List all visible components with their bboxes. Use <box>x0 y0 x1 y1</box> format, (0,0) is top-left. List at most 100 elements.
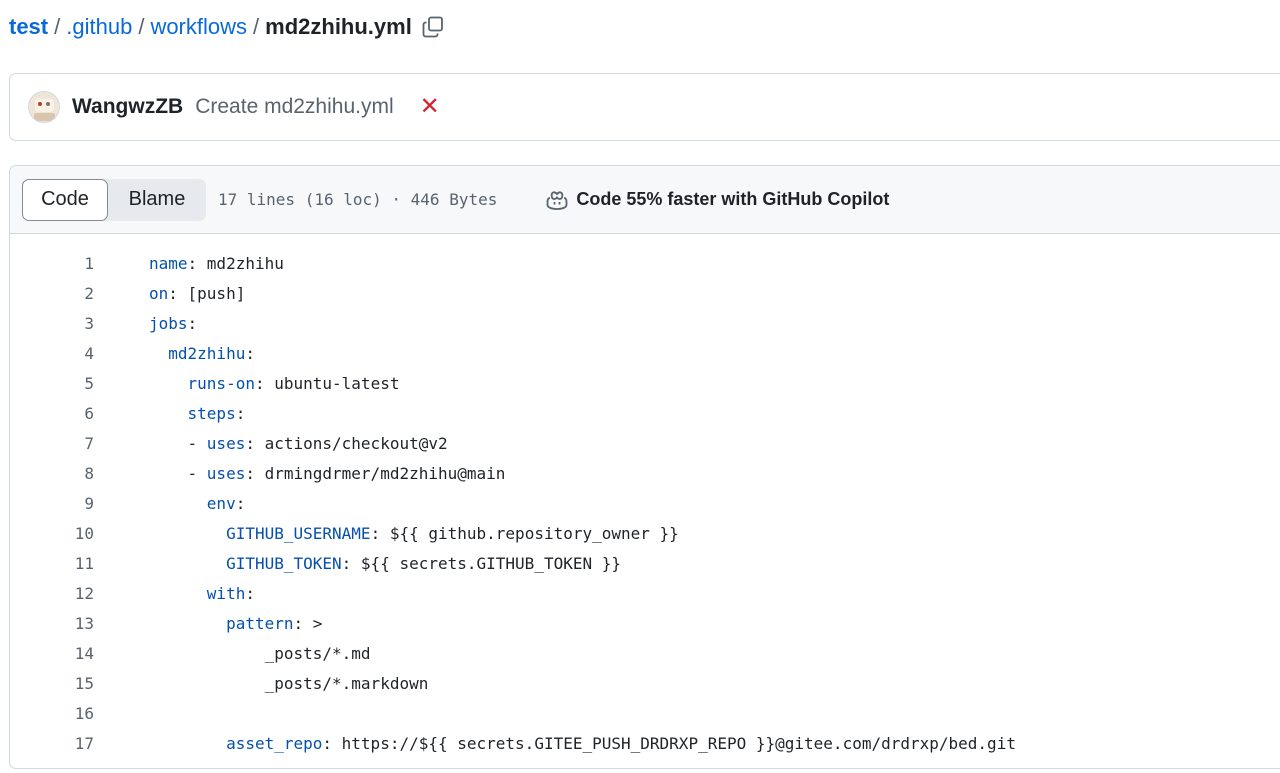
yaml-separator: : <box>245 343 255 363</box>
code-line: 5 runs-on: ubuntu-latest <box>10 368 1280 398</box>
code-line: 3 jobs: <box>10 308 1280 338</box>
code-line: 7 - uses: actions/checkout@v2 <box>10 428 1280 458</box>
line-code: GITHUB_TOKEN: ${{ secrets.GITHUB_TOKEN }… <box>94 554 621 573</box>
line-number[interactable]: 13 <box>10 614 94 633</box>
line-number[interactable]: 16 <box>10 704 94 723</box>
code-line: 9 env: <box>10 488 1280 518</box>
file-info: 17 lines (16 loc) · 446 Bytes <box>218 190 498 209</box>
code-line: 17 asset_repo: https://${{ secrets.GITEE… <box>10 728 1280 758</box>
yaml-separator: : <box>370 523 390 543</box>
yaml-separator: : <box>245 583 255 603</box>
yaml-key: jobs <box>149 313 188 333</box>
yaml-separator: : <box>187 253 207 273</box>
latest-commit-bar: WangwzZB Create md2zhihu.yml ✕ <box>9 73 1280 141</box>
code-line: 16 <box>10 698 1280 728</box>
line-number[interactable]: 8 <box>10 464 94 483</box>
commit-message-link[interactable]: Create md2zhihu.yml <box>195 95 393 119</box>
line-number[interactable]: 9 <box>10 494 94 513</box>
yaml-value: drmingdrmer/md2zhihu@main <box>264 463 506 483</box>
file-header: Code Blame 17 lines (16 loc) · 446 Bytes… <box>10 166 1280 234</box>
code-body: 1 name: md2zhihu 2 on: [push] 3 jobs: 4 md2zhi… <box>10 234 1280 758</box>
line-number[interactable]: 1 <box>10 254 94 273</box>
yaml-value: _posts/*.markdown <box>264 673 429 693</box>
yaml-key: uses <box>206 463 246 483</box>
line-number[interactable]: 12 <box>10 584 94 603</box>
breadcrumb-separator: / <box>54 14 61 39</box>
line-number[interactable]: 7 <box>10 434 94 453</box>
line-number[interactable]: 10 <box>10 524 94 543</box>
copilot-promo-text: Code 55% faster with GitHub Copilot <box>576 189 890 209</box>
yaml-key: GITHUB_USERNAME <box>226 523 371 543</box>
code-line: 1 name: md2zhihu <box>10 248 1280 278</box>
code-line: 14 _posts/*.md <box>10 638 1280 668</box>
breadcrumb-repo-link[interactable]: test <box>9 14 48 40</box>
yaml-value: > <box>312 613 323 633</box>
yaml-key: steps <box>187 403 236 423</box>
breadcrumb: test / .github / workflows / md2zhihu.ym… <box>9 10 446 44</box>
yaml-value: ubuntu-latest <box>274 373 400 393</box>
yaml-separator: : <box>245 433 265 453</box>
code-line: 2 on: [push] <box>10 278 1280 308</box>
line-code: env: <box>94 493 246 513</box>
line-number[interactable]: 5 <box>10 374 94 393</box>
copy-icon[interactable] <box>420 14 446 40</box>
line-code: md2zhihu: <box>94 344 255 363</box>
tab-code[interactable]: Code <box>22 178 108 221</box>
code-line: 15 _posts/*.markdown <box>10 668 1280 698</box>
yaml-separator: : <box>293 613 313 633</box>
yaml-separator: : <box>341 553 361 573</box>
yaml-key: name <box>149 253 188 273</box>
line-code: runs-on: ubuntu-latest <box>94 373 400 393</box>
code-line: 13 pattern: > <box>10 608 1280 638</box>
code-line: 11 GITHUB_TOKEN: ${{ secrets.GITHUB_TOKE… <box>10 548 1280 578</box>
yaml-separator: : <box>245 463 265 483</box>
commit-author-link[interactable]: WangwzZB <box>72 95 183 119</box>
yaml-key: uses <box>206 433 246 453</box>
yaml-key: env <box>206 493 236 513</box>
yaml-separator: : <box>322 733 342 753</box>
line-number[interactable]: 11 <box>10 554 94 573</box>
line-number[interactable]: 6 <box>10 404 94 423</box>
breadcrumb-separator: / <box>138 14 145 39</box>
line-code: _posts/*.md <box>94 644 371 663</box>
yaml-value: md2zhihu <box>206 253 284 273</box>
x-icon[interactable]: ✕ <box>420 95 440 119</box>
avatar[interactable] <box>28 91 60 123</box>
line-code: steps: <box>94 403 246 423</box>
yaml-key: pattern <box>226 613 294 633</box>
code-indent: - <box>149 433 207 453</box>
code-line: 6 steps: <box>10 398 1280 428</box>
line-code: with: <box>94 584 255 603</box>
yaml-separator: : <box>235 493 246 513</box>
line-code: name: md2zhihu <box>94 254 284 273</box>
breadcrumb-workflows-dir-link[interactable]: workflows <box>150 14 247 40</box>
copilot-promo-link[interactable]: Code 55% faster with GitHub Copilot <box>545 188 889 212</box>
tab-blame[interactable]: Blame <box>108 179 206 221</box>
yaml-separator: : <box>187 313 198 333</box>
line-code: jobs: <box>94 314 197 333</box>
line-number[interactable]: 15 <box>10 674 94 693</box>
code-line: 4 md2zhihu: <box>10 338 1280 368</box>
line-number[interactable]: 2 <box>10 284 94 303</box>
line-number[interactable]: 4 <box>10 344 94 363</box>
code-indent: - <box>149 463 207 483</box>
line-number[interactable]: 3 <box>10 314 94 333</box>
yaml-key: GITHUB_TOKEN <box>226 553 342 573</box>
breadcrumb-current-file: md2zhihu.yml <box>265 14 412 39</box>
code-line: 12 with: <box>10 578 1280 608</box>
yaml-value: actions/checkout@v2 <box>264 433 448 453</box>
breadcrumb-github-dir-link[interactable]: .github <box>66 14 132 40</box>
yaml-key: on <box>149 283 169 303</box>
line-number[interactable]: 14 <box>10 644 94 663</box>
yaml-value: _posts/*.md <box>264 643 371 663</box>
line-number[interactable]: 17 <box>10 734 94 753</box>
view-toggle: Code Blame <box>22 178 206 221</box>
